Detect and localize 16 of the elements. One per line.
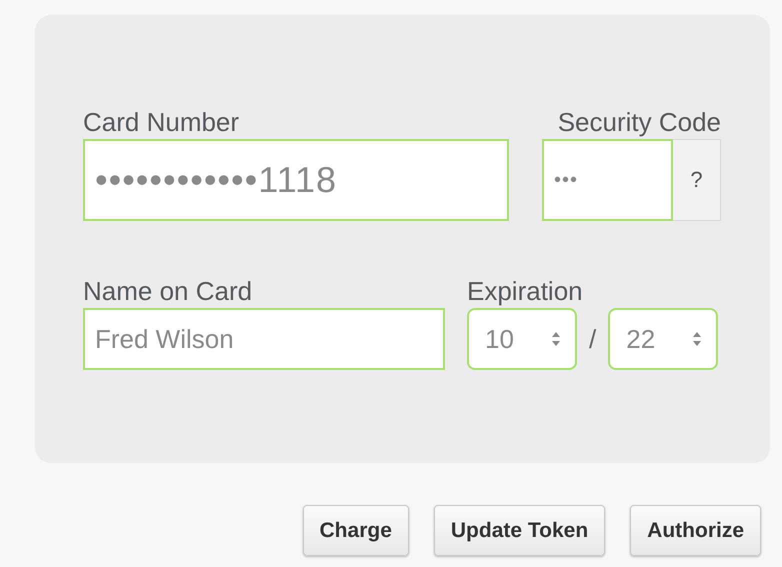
- action-button[interactable]: Charge: [302, 505, 409, 556]
- name-field[interactable]: Fred Wilson: [83, 308, 445, 370]
- date-separator: /: [589, 324, 596, 354]
- spinner-icon: [692, 331, 702, 347]
- field-label: Expiration: [467, 276, 584, 306]
- field-label: Card Number: [83, 107, 240, 137]
- card-number-field[interactable]: ••••••••••••1118: [83, 139, 509, 221]
- action-button[interactable]: Authorize: [630, 505, 761, 556]
- help-button[interactable]: ?: [673, 139, 721, 221]
- field-label: Security Code: [556, 107, 721, 137]
- spinner-icon: [551, 331, 561, 347]
- field-label: Name on Card: [83, 276, 254, 306]
- month-select[interactable]: 10: [467, 308, 577, 370]
- year-select[interactable]: 22: [608, 308, 718, 370]
- security-code-field[interactable]: •••: [542, 139, 673, 221]
- action-button[interactable]: Update Token: [434, 505, 606, 556]
